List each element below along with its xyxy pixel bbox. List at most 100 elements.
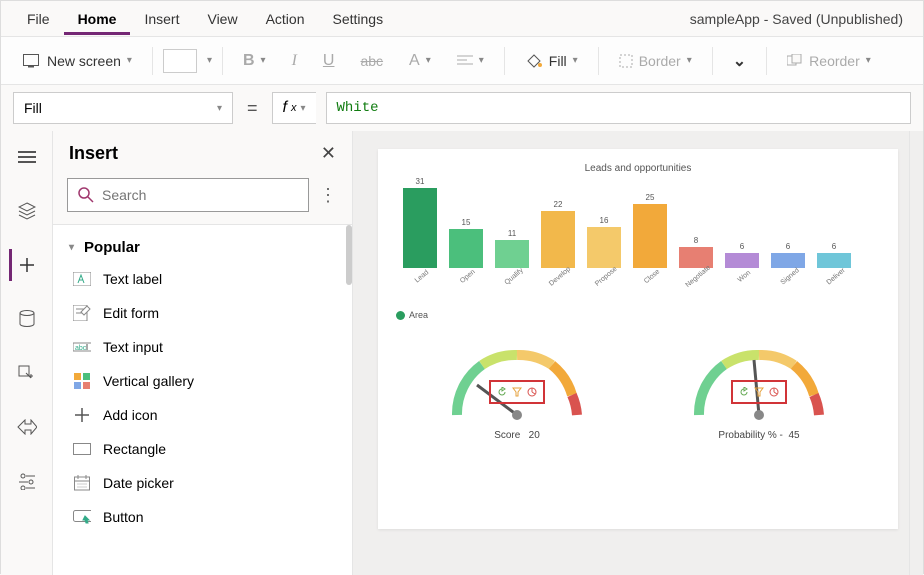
- expand-button[interactable]: ⌄: [723, 45, 756, 77]
- fx-button[interactable]: fx▾: [272, 92, 316, 124]
- insert-button[interactable]: [9, 249, 41, 281]
- settings-button[interactable]: [11, 465, 43, 497]
- bar-column: 8Negotiate: [676, 236, 716, 292]
- bar-column: 16Propose: [584, 216, 624, 292]
- border-button[interactable]: Border ▾: [609, 47, 702, 75]
- svg-text:abc: abc: [75, 345, 87, 352]
- menu-action[interactable]: Action: [252, 3, 319, 35]
- chevron-down-icon: ▾: [69, 242, 74, 253]
- insert-vertical-gallery[interactable]: Vertical gallery: [53, 364, 352, 398]
- insert-text-input[interactable]: abc Text input: [53, 330, 352, 364]
- filter-icon[interactable]: [512, 387, 522, 397]
- item-label: Rectangle: [103, 441, 166, 457]
- bar-column: 25Close: [630, 193, 670, 292]
- align-icon: [457, 55, 473, 67]
- border-label: Border: [639, 53, 681, 69]
- menu-file[interactable]: File: [13, 3, 64, 35]
- insert-date-picker[interactable]: Date picker: [53, 466, 352, 500]
- fill-label: Fill: [549, 53, 567, 69]
- close-icon[interactable]: ✕: [321, 143, 336, 164]
- chevron-down-icon: ▾: [217, 103, 222, 114]
- add-icon-icon: [73, 406, 91, 424]
- reorder-icon: [787, 54, 803, 68]
- bold-button[interactable]: B▾: [233, 46, 276, 76]
- gauge-value: 20: [529, 430, 540, 441]
- probability-gauge: Probability % - 45: [659, 340, 859, 441]
- bar-column: 22Develop: [538, 200, 578, 292]
- reorder-label: Reorder: [809, 53, 860, 69]
- item-label: Add icon: [103, 407, 157, 423]
- chart-legend: Area: [396, 310, 880, 320]
- align-button[interactable]: ▾: [447, 49, 494, 73]
- gauge-actions-highlight: [489, 380, 545, 404]
- more-options-button[interactable]: ⋮: [319, 185, 338, 206]
- border-icon: [619, 54, 633, 68]
- flows-button[interactable]: [11, 411, 43, 443]
- date-picker-icon: [73, 474, 91, 492]
- reorder-button[interactable]: Reorder ▾: [777, 47, 881, 75]
- text-label-icon: [73, 270, 91, 288]
- group-popular[interactable]: ▾ Popular: [53, 233, 352, 262]
- insert-text-label[interactable]: Text label: [53, 262, 352, 296]
- button-icon: [73, 508, 91, 526]
- bar-column: 6Deliver: [814, 242, 854, 292]
- strikethrough-button[interactable]: abc: [350, 47, 393, 75]
- insert-add-icon[interactable]: Add icon: [53, 398, 352, 432]
- chart-title: Leads and opportunities: [396, 163, 880, 174]
- group-label: Popular: [84, 239, 140, 256]
- rectangle-icon: [73, 440, 91, 458]
- search-input[interactable]: [67, 178, 309, 212]
- underline-button[interactable]: U: [313, 46, 345, 76]
- refresh-icon[interactable]: [497, 387, 507, 397]
- tree-view-button[interactable]: [11, 141, 43, 173]
- property-selector[interactable]: Fill ▾: [13, 92, 233, 124]
- menu-insert[interactable]: Insert: [130, 3, 193, 35]
- screen-preview[interactable]: Leads and opportunities 31Lead15Open11Qu…: [378, 149, 898, 529]
- property-name: Fill: [24, 100, 42, 116]
- pie-icon[interactable]: [527, 387, 537, 397]
- media-button[interactable]: [11, 357, 43, 389]
- item-label: Text input: [103, 339, 163, 355]
- equals-sign: =: [243, 98, 262, 119]
- gauge-value: 45: [788, 430, 799, 441]
- scrollbar[interactable]: [346, 225, 352, 285]
- text-input-icon: abc: [73, 338, 91, 356]
- search-field[interactable]: [102, 187, 298, 203]
- filter-icon[interactable]: [754, 387, 764, 397]
- item-label: Text label: [103, 271, 162, 287]
- bar-column: 6Won: [722, 242, 762, 292]
- new-screen-label: New screen: [47, 53, 121, 69]
- canvas-area[interactable]: Leads and opportunities 31Lead15Open11Qu…: [353, 131, 923, 575]
- font-color-button[interactable]: A▾: [399, 46, 441, 76]
- score-gauge: Score 20: [417, 340, 617, 441]
- pie-icon[interactable]: [769, 387, 779, 397]
- search-icon: [78, 187, 94, 203]
- new-screen-icon: [23, 54, 41, 68]
- new-screen-button[interactable]: New screen ▾: [13, 47, 142, 75]
- data-button[interactable]: [11, 303, 43, 335]
- left-rail: [1, 131, 53, 575]
- insert-button[interactable]: Button: [53, 500, 352, 534]
- edit-form-icon: [73, 304, 91, 322]
- bar-column: 31Lead: [400, 177, 440, 292]
- refresh-icon[interactable]: [739, 387, 749, 397]
- item-label: Button: [103, 509, 143, 525]
- canvas-scrollbar[interactable]: [909, 131, 923, 575]
- fill-button[interactable]: Fill ▾: [515, 47, 588, 75]
- paint-bucket-icon: [525, 53, 543, 69]
- menu-bar: File Home Insert View Action Settings sa…: [1, 1, 923, 37]
- menu-home[interactable]: Home: [64, 3, 131, 35]
- italic-button[interactable]: I: [282, 46, 307, 76]
- formula-bar: Fill ▾ = fx▾ White: [1, 85, 923, 131]
- layers-button[interactable]: [11, 195, 43, 227]
- chevron-down-icon[interactable]: ▾: [207, 55, 212, 66]
- menu-settings[interactable]: Settings: [319, 3, 398, 35]
- formula-input[interactable]: White: [326, 92, 912, 124]
- gauge-label: Score: [494, 430, 520, 441]
- insert-panel-title: Insert: [69, 143, 118, 164]
- insert-edit-form[interactable]: Edit form: [53, 296, 352, 330]
- bar-chart: 31Lead15Open11Qualify22Develop16Propose2…: [396, 182, 880, 292]
- menu-view[interactable]: View: [193, 3, 251, 35]
- theme-color-swatch[interactable]: [163, 49, 197, 73]
- insert-rectangle[interactable]: Rectangle: [53, 432, 352, 466]
